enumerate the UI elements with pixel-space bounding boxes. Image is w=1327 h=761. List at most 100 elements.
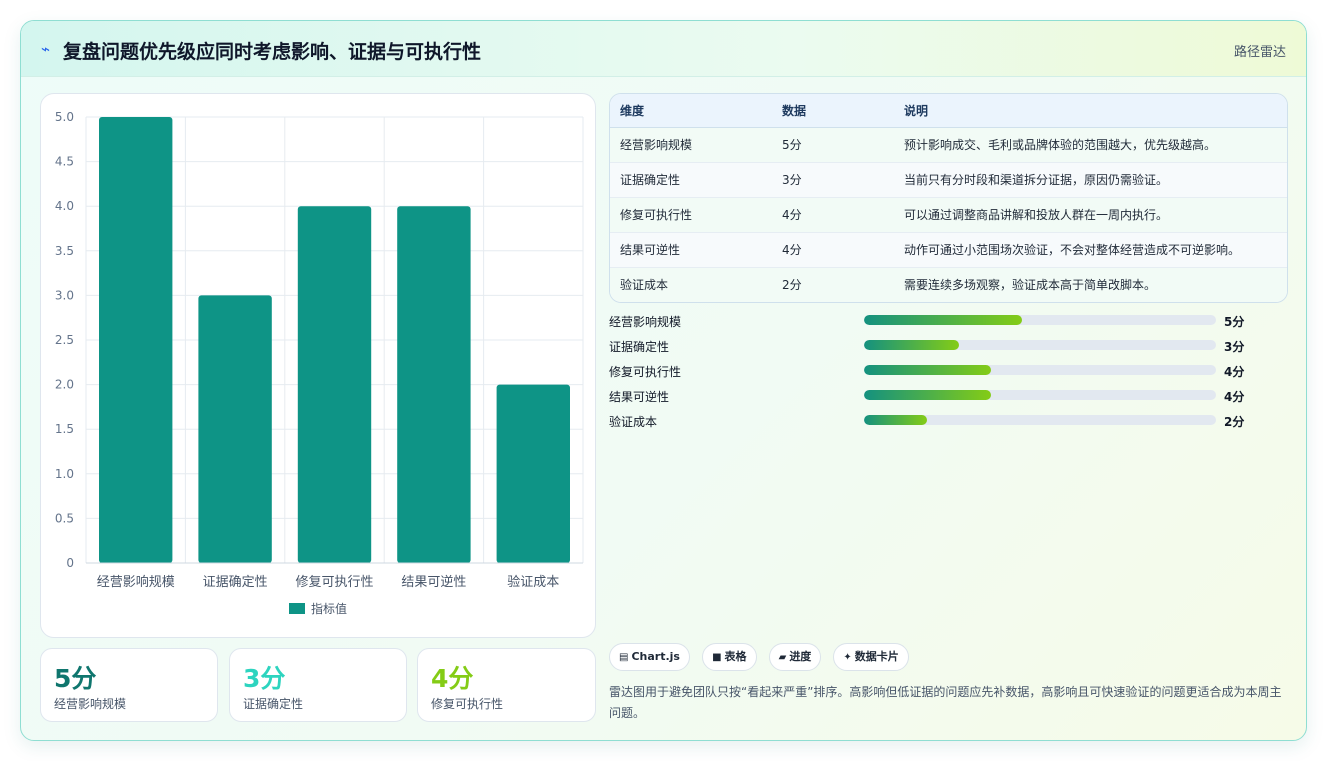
chart-legend[interactable]: 指标值 <box>41 600 595 617</box>
progress-track <box>864 340 1216 350</box>
column-header: 说明 <box>894 94 1287 128</box>
y-tick-label: 1.0 <box>55 467 74 481</box>
y-tick-label: 3.0 <box>55 288 74 302</box>
legend-swatch <box>288 603 305 614</box>
table-cell: 结果可逆性 <box>620 243 681 257</box>
y-tick-label: 5.0 <box>55 110 74 124</box>
table-row: 证据确定性 3分 当前只有分时段和渠道拆分证据，原因仍需验证。 <box>610 162 1287 197</box>
progress-row: 修复可执行性 4分 <box>609 363 1288 388</box>
stat-value: 5分 <box>54 664 97 693</box>
table-row: 结果可逆性 4分 动作可通过小范围场次验证，不会对整体经营造成不可逆影响。 <box>610 232 1287 267</box>
stat-label: 经营影响规模 <box>54 697 127 711</box>
stat-value: 4分 <box>431 664 474 693</box>
bar <box>297 206 372 563</box>
progress-score: 4分 <box>1224 365 1245 379</box>
x-tick-label: 验证成本 <box>507 574 559 590</box>
progress-label: 验证成本 <box>609 415 658 429</box>
progress-track <box>864 415 1216 425</box>
y-tick-label: 4.5 <box>55 155 74 169</box>
stat-label: 证据确定性 <box>243 697 304 711</box>
bar-chart: 0 0.5 1.0 1.5 2.0 2.5 3.0 3.5 4.0 4.5 5.0 经营影响规模 证据确… <box>55 110 584 590</box>
description-note: 雷达图用于避免团队只按“看起来严重”排序。高影响但低证据的问题应先补数据，高影响… <box>609 685 1282 720</box>
bar <box>397 206 471 563</box>
progress-fill <box>864 390 991 400</box>
lightning-icon: ⌁ <box>41 40 51 58</box>
table-cell: 3分 <box>782 173 802 187</box>
table-cell: 可以通过调整商品讲解和投放人群在一周内执行。 <box>904 208 1169 222</box>
progress-fill <box>864 365 991 375</box>
y-tick-label: 4.0 <box>55 199 74 213</box>
progress-label: 经营影响规模 <box>609 315 682 329</box>
progress-row: 证据确定性 3分 <box>609 338 1288 363</box>
x-tick-label: 结果可逆性 <box>401 574 466 590</box>
stat-card: 5分 经营影响规模 <box>40 648 218 722</box>
y-tick-label: 2.0 <box>55 378 74 392</box>
table-cell: 证据确定性 <box>620 173 681 187</box>
progress-fill <box>864 315 1023 325</box>
card-icon: ✦ <box>843 652 852 663</box>
table-header-row: 维度 数据 说明 <box>610 94 1287 128</box>
table-cell: 修复可执行性 <box>620 208 693 222</box>
bar-chart-panel: 0 0.5 1.0 1.5 2.0 2.5 3.0 3.5 4.0 4.5 5.0 经营影响规模 证据确… <box>40 93 596 638</box>
chip-progress[interactable]: ▰ 进度 <box>768 643 822 671</box>
progress-icon: ▰ <box>778 652 787 663</box>
progress-score: 3分 <box>1224 340 1245 354</box>
stat-value: 3分 <box>243 664 286 693</box>
table-cell: 验证成本 <box>620 278 669 293</box>
chip-label: 进度 <box>789 650 812 663</box>
table-cell: 需要连续多场观察，验证成本高于简单改脚本。 <box>904 278 1157 293</box>
y-tick-label: 0.5 <box>55 511 74 525</box>
y-tick-label: 3.5 <box>55 244 74 258</box>
progress-row: 结果可逆性 4分 <box>609 388 1288 413</box>
legend-label: 指标值 <box>310 602 347 616</box>
table-cell: 预计影响成交、毛利或品牌体验的范围越大，优先级越高。 <box>904 138 1217 152</box>
x-tick-label: 修复可执行性 <box>295 575 373 590</box>
progress-label: 结果可逆性 <box>609 390 670 404</box>
table-cell: 4分 <box>782 208 802 222</box>
chip-label: 数据卡片 <box>854 650 899 663</box>
table-row: 经营影响规模 5分 预计影响成交、毛利或品牌体验的范围越大，优先级越高。 <box>610 127 1287 162</box>
progress-label: 证据确定性 <box>609 340 670 354</box>
progress-list: 经营影响规模 5分 证据确定性 3分 修复可执行性 4分 结果可逆性 4分 验证… <box>609 313 1288 438</box>
page-title: 复盘问题优先级应同时考虑影响、证据与可执行性 <box>63 41 482 63</box>
table-cell: 2分 <box>782 278 802 293</box>
progress-score: 5分 <box>1224 315 1245 329</box>
table-cell: 5分 <box>782 138 802 152</box>
y-tick-label: 2.5 <box>55 333 74 347</box>
chip-data-card[interactable]: ✦ 数据卡片 <box>833 643 909 671</box>
header-tag: 路径雷达 <box>1233 45 1286 60</box>
progress-fill <box>864 340 960 350</box>
progress-row: 经营影响规模 5分 <box>609 313 1288 338</box>
progress-row: 验证成本 2分 <box>609 413 1288 438</box>
y-tick-label: 0 <box>66 556 74 570</box>
stat-label: 修复可执行性 <box>431 697 504 711</box>
feature-chips: ▤ Chart.js ■ 表格 ▰ 进度 ✦ 数据卡片 <box>609 643 916 673</box>
stat-card: 4分 修复可执行性 <box>417 648 596 722</box>
chart-icon: ▤ <box>619 652 629 663</box>
x-tick-label: 证据确定性 <box>203 575 268 590</box>
bar <box>496 384 570 563</box>
progress-track <box>864 315 1216 325</box>
table-cell: 当前只有分时段和渠道拆分证据，原因仍需验证。 <box>904 173 1169 187</box>
chip-table[interactable]: ■ 表格 <box>702 643 757 671</box>
chip-chartjs[interactable]: ▤ Chart.js <box>609 643 690 671</box>
table-cell: 4分 <box>782 243 802 257</box>
progress-track <box>864 365 1216 375</box>
x-tick-label: 经营影响规模 <box>97 574 175 590</box>
header: ⌁ 复盘问题优先级应同时考虑影响、证据与可执行性 路径雷达 <box>21 21 1306 77</box>
chip-label: 表格 <box>724 650 747 663</box>
y-tick-label: 1.5 <box>55 422 74 436</box>
data-table: 维度 数据 说明 经营影响规模 5分 预计影响成交、毛利或品牌体验的范围越大，优… <box>609 93 1288 303</box>
bar <box>198 295 272 563</box>
dashboard-card: ⌁ 复盘问题优先级应同时考虑影响、证据与可执行性 路径雷达 0 0.5 1.0 1.5… <box>20 20 1307 741</box>
column-header: 数据 <box>772 94 894 128</box>
progress-fill <box>864 415 928 425</box>
stat-card: 3分 证据确定性 <box>229 648 407 722</box>
progress-label: 修复可执行性 <box>609 365 682 379</box>
table-row: 修复可执行性 4分 可以通过调整商品讲解和投放人群在一周内执行。 <box>610 197 1287 232</box>
column-header: 维度 <box>610 94 772 128</box>
chip-label: Chart.js <box>631 650 680 663</box>
progress-score: 4分 <box>1224 390 1245 404</box>
bar <box>99 117 173 563</box>
table-icon: ■ <box>712 652 722 663</box>
